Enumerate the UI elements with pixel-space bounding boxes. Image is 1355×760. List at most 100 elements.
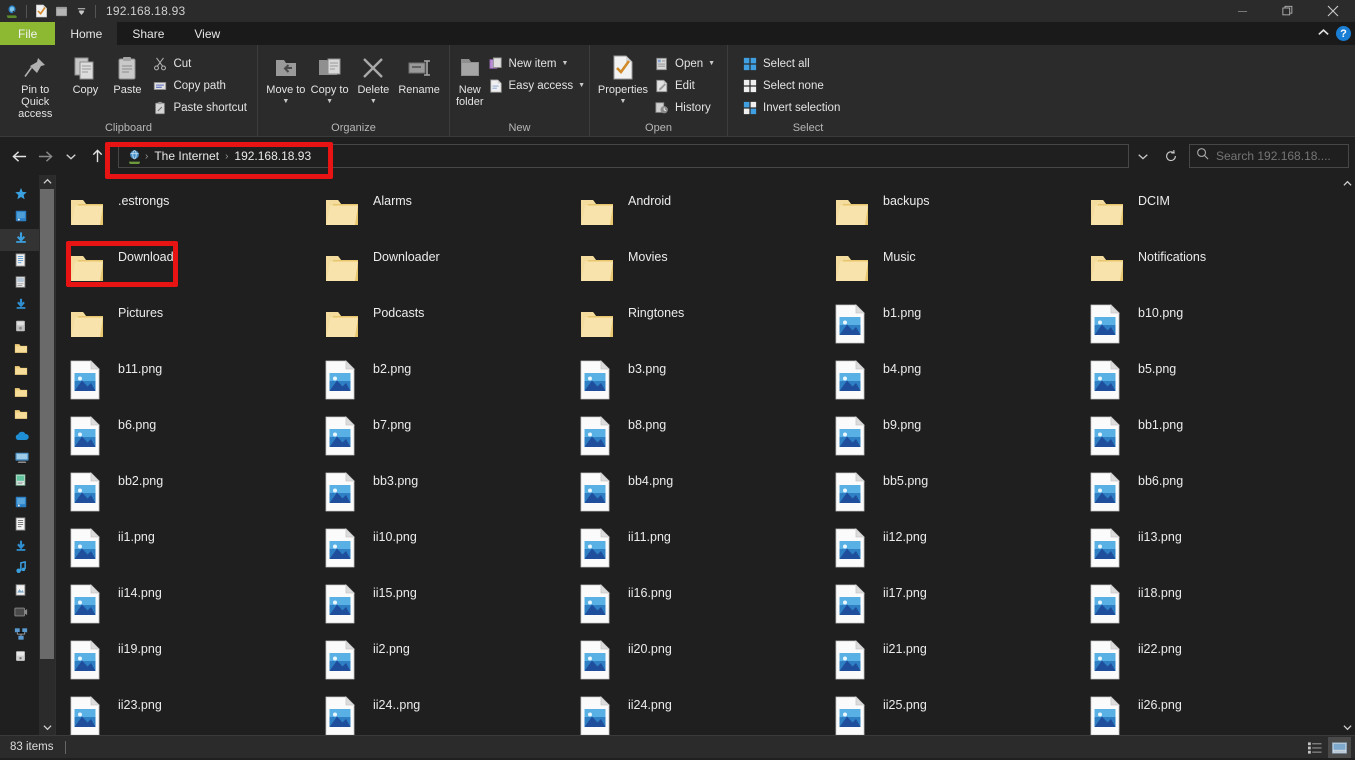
file-item[interactable]: bb3.png [323,463,578,519]
folder-item[interactable]: Alarms [323,183,578,239]
select-none-button[interactable]: Select none [738,75,844,96]
file-item[interactable]: ii13.png [1088,519,1343,575]
file-item[interactable]: ii11.png [578,519,833,575]
properties-button[interactable]: Properties ▼ [596,48,650,108]
file-item[interactable]: ii17.png [833,575,1088,631]
new-item-button[interactable]: New item ▼ [484,53,590,74]
properties-caret-icon[interactable]: ▼ [620,96,627,108]
new-item-caret-icon[interactable]: ▼ [561,60,568,67]
new-folder-button[interactable]: New folder [456,48,484,108]
file-item[interactable]: ii16.png [578,575,833,631]
close-button[interactable] [1310,0,1355,22]
cut-button[interactable]: Cut [148,53,251,74]
select-all-button[interactable]: Select all [738,53,844,74]
file-item[interactable]: ii1.png [68,519,323,575]
file-item[interactable]: b9.png [833,407,1088,463]
history-button[interactable]: History [650,97,719,118]
file-item[interactable]: ii22.png [1088,631,1343,687]
file-item[interactable]: bb1.png [1088,407,1343,463]
refresh-button[interactable] [1157,144,1185,168]
file-item[interactable]: ii18.png [1088,575,1343,631]
folder-icon[interactable] [51,2,71,20]
rename-button[interactable]: Rename [395,48,443,96]
file-item[interactable]: ii10.png [323,519,578,575]
search-box[interactable] [1189,144,1349,168]
up-button[interactable] [84,143,110,169]
properties-icon[interactable] [31,2,51,20]
file-item[interactable]: ii23.png [68,687,323,735]
file-item[interactable]: ii12.png [833,519,1088,575]
file-item[interactable]: bb2.png [68,463,323,519]
search-input[interactable] [1216,149,1342,163]
invert-selection-button[interactable]: Invert selection [738,97,844,118]
file-list-scrollbar[interactable] [1339,175,1355,735]
recent-locations-button[interactable] [58,143,84,169]
folder-item[interactable]: Movies [578,239,833,295]
file-item[interactable]: b11.png [68,351,323,407]
file-item[interactable]: ii20.png [578,631,833,687]
large-icons-view-button[interactable] [1328,737,1351,758]
forward-button[interactable] [32,143,58,169]
copy-to-button[interactable]: Copy to ▼ [308,48,352,108]
delete-button[interactable]: Delete ▼ [352,48,396,108]
file-item[interactable]: b3.png [578,351,833,407]
folder-item[interactable]: .estrongs [68,183,323,239]
navigation-pane-scroll-thumb[interactable] [40,189,54,659]
file-item[interactable]: b6.png [68,407,323,463]
copy-to-caret-icon[interactable]: ▼ [326,96,333,108]
move-to-button[interactable]: Move to ▼ [264,48,308,108]
file-item[interactable]: ii14.png [68,575,323,631]
minimize-button[interactable] [1220,0,1265,22]
folder-item[interactable]: Download [68,239,323,295]
edit-button[interactable]: Edit [650,75,719,96]
paste-button[interactable]: Paste [106,48,148,96]
tab-home[interactable]: Home [55,22,118,45]
copy-path-button[interactable]: Copy path [148,75,251,96]
qat-customize-caret-icon[interactable] [71,2,91,20]
file-list-area[interactable]: .estrongs Alarms Android backups DCIM Do… [56,175,1355,735]
folder-item[interactable]: Music [833,239,1088,295]
file-item[interactable]: bb5.png [833,463,1088,519]
address-dropdown-button[interactable] [1129,144,1157,168]
chevron-up-icon[interactable] [1317,28,1330,40]
back-button[interactable] [6,143,32,169]
details-view-button[interactable] [1303,737,1326,758]
file-item[interactable]: ii19.png [68,631,323,687]
help-button[interactable]: ? [1336,26,1351,41]
breadcrumb-the-internet[interactable]: The Internet [148,149,225,163]
open-caret-icon[interactable]: ▼ [708,60,715,67]
delete-caret-icon[interactable]: ▼ [370,96,377,108]
folder-item[interactable]: DCIM [1088,183,1343,239]
file-item[interactable]: b4.png [833,351,1088,407]
pin-to-quick-access-button[interactable]: Pin to Quick access [6,48,64,120]
easy-access-button[interactable]: Easy access ▼ [484,75,590,96]
file-scroll-up-icon[interactable] [1339,175,1355,191]
tab-view[interactable]: View [179,22,235,45]
file-item[interactable]: b10.png [1088,295,1343,351]
file-scroll-down-icon[interactable] [1339,719,1355,735]
move-to-caret-icon[interactable]: ▼ [282,96,289,108]
nav-scroll-up-icon[interactable] [42,175,52,189]
restore-button[interactable] [1265,0,1310,22]
file-item[interactable]: ii21.png [833,631,1088,687]
folder-item[interactable]: Android [578,183,833,239]
folder-item[interactable]: Ringtones [578,295,833,351]
easy-access-caret-icon[interactable]: ▼ [578,82,585,89]
folder-item[interactable]: Pictures [68,295,323,351]
file-item[interactable]: ii26.png [1088,687,1343,735]
tab-share[interactable]: Share [117,22,179,45]
file-item[interactable]: b7.png [323,407,578,463]
tab-file[interactable]: File [0,22,56,45]
open-button[interactable]: Open ▼ [650,53,719,74]
file-item[interactable]: ii24.png [578,687,833,735]
file-item[interactable]: ii25.png [833,687,1088,735]
file-item[interactable]: b1.png [833,295,1088,351]
copy-button[interactable]: Copy [64,48,106,96]
folder-item[interactable]: Downloader [323,239,578,295]
file-item[interactable]: ii15.png [323,575,578,631]
explorer-icon[interactable] [2,2,22,20]
navigation-pane-scrollbar[interactable] [39,175,55,735]
nav-scroll-down-icon[interactable] [42,721,52,735]
file-item[interactable]: bb4.png [578,463,833,519]
file-item[interactable]: ii2.png [323,631,578,687]
